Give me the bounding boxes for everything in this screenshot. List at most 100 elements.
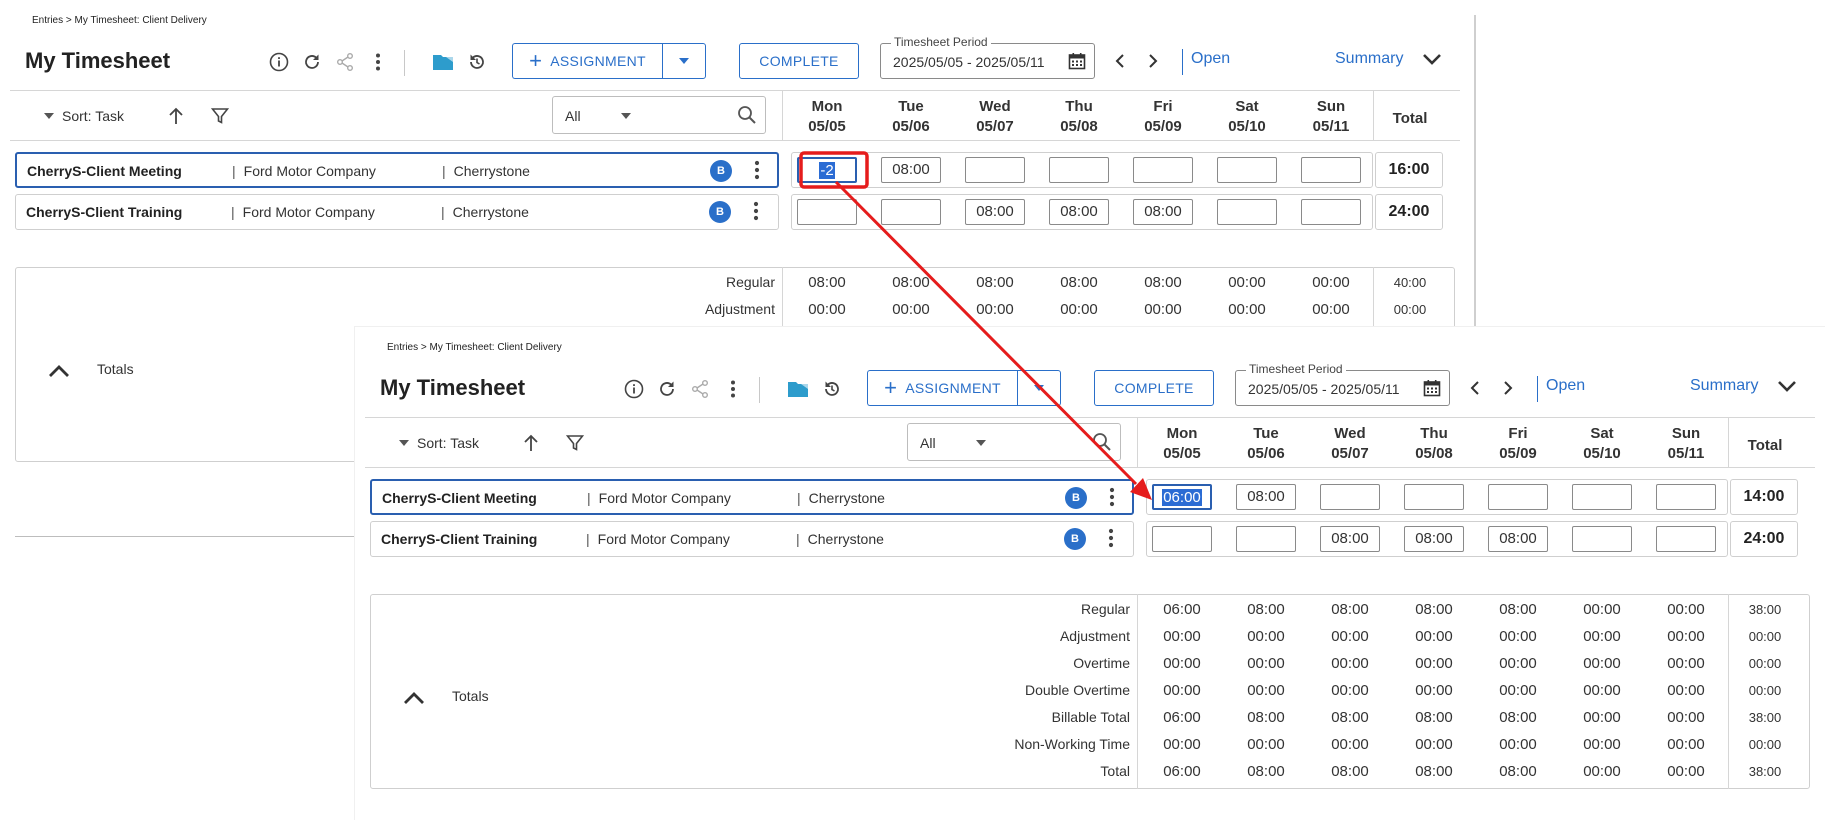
assignment-row[interactable]: CherryS-Client Training | Ford Motor Comp… xyxy=(370,521,1134,557)
hours-input[interactable] xyxy=(1152,526,1212,552)
hours-input[interactable] xyxy=(1404,484,1464,510)
hours-input[interactable] xyxy=(1572,526,1632,552)
hours-input[interactable]: 08:00 xyxy=(881,157,941,183)
row-more-vertical-icon[interactable] xyxy=(1109,486,1115,513)
timesheet-period-field[interactable]: Timesheet Period 2025/05/05 - 2025/05/11 xyxy=(880,35,1095,79)
totals-day-value: 00:00 xyxy=(1312,301,1350,318)
hours-input[interactable]: 08:00 xyxy=(1236,484,1296,510)
hours-input[interactable] xyxy=(1656,484,1716,510)
add-assignment-button[interactable]: + ASSIGNMENT xyxy=(867,370,1017,406)
summary-toggle[interactable]: Summary xyxy=(1690,377,1758,395)
hours-input[interactable]: -2 xyxy=(797,157,857,183)
row-more-vertical-icon[interactable] xyxy=(1108,527,1114,554)
hours-input[interactable]: 08:00 xyxy=(1133,199,1193,225)
hours-input[interactable] xyxy=(1301,157,1361,183)
timesheet-status-link[interactable]: Open xyxy=(1191,50,1230,68)
search-icon[interactable] xyxy=(1092,432,1112,457)
collapse-totals-chevron-up-icon[interactable] xyxy=(403,691,425,710)
summary-toggle[interactable]: Summary xyxy=(1335,50,1403,68)
row-total-cell: 14:00 xyxy=(1730,479,1798,515)
hours-input[interactable] xyxy=(1049,157,1109,183)
more-vertical-icon[interactable] xyxy=(366,50,390,74)
history-icon[interactable] xyxy=(465,50,489,74)
day-column-header: Fri 05/09 xyxy=(1476,424,1560,464)
billable-badge: B xyxy=(709,201,731,223)
assignment-row[interactable]: CherryS-Client Meeting | Ford Motor Compa… xyxy=(15,152,779,188)
sort-dropdown[interactable]: Sort: Task xyxy=(62,108,124,124)
info-icon[interactable] xyxy=(622,377,646,401)
sort-ascending-arrow-icon[interactable] xyxy=(164,104,188,128)
totals-day-value: 00:00 xyxy=(1667,601,1705,618)
breadcrumb[interactable]: Entries > My Timesheet: Client Delivery xyxy=(387,342,562,353)
timesheet-period-field[interactable]: Timesheet Period 2025/05/05 - 2025/05/11 xyxy=(1235,362,1450,406)
chevron-down-icon[interactable] xyxy=(1777,379,1797,398)
hours-input[interactable] xyxy=(1488,484,1548,510)
hours-input[interactable]: 08:00 xyxy=(1404,526,1464,552)
next-period-chevron-icon[interactable] xyxy=(1496,375,1520,401)
share-icon[interactable] xyxy=(333,50,357,74)
sort-dropdown[interactable]: Sort: Task xyxy=(417,435,479,451)
info-icon[interactable] xyxy=(267,50,291,74)
hours-input[interactable] xyxy=(965,157,1025,183)
share-icon[interactable] xyxy=(688,377,712,401)
history-icon[interactable] xyxy=(820,377,844,401)
assignment-row[interactable]: CherryS-Client Training | Ford Motor Comp… xyxy=(15,194,779,230)
day-date: 05/10 xyxy=(1583,445,1621,462)
filter-icon[interactable] xyxy=(208,104,232,128)
hours-input[interactable] xyxy=(1133,157,1193,183)
collapse-totals-chevron-up-icon[interactable] xyxy=(48,364,70,383)
hours-input[interactable] xyxy=(1301,199,1361,225)
task-name: CherryS-Client Training xyxy=(26,204,183,220)
assignment-dropdown-button[interactable] xyxy=(1017,370,1061,406)
hours-input[interactable] xyxy=(1236,526,1296,552)
hours-input[interactable]: 08:00 xyxy=(965,199,1025,225)
previous-period-chevron-icon[interactable] xyxy=(1463,375,1487,401)
hours-input[interactable] xyxy=(1217,199,1277,225)
hours-input[interactable] xyxy=(797,199,857,225)
hours-input[interactable] xyxy=(1572,484,1632,510)
hours-input[interactable] xyxy=(881,199,941,225)
hours-input[interactable]: 08:00 xyxy=(1049,199,1109,225)
folder-icon[interactable] xyxy=(431,50,455,74)
search-icon[interactable] xyxy=(737,105,757,130)
day-date: 05/11 xyxy=(1667,445,1705,462)
day-column-header: Mon 05/05 xyxy=(1140,424,1224,464)
folder-icon[interactable] xyxy=(786,377,810,401)
refresh-icon[interactable] xyxy=(655,377,679,401)
sort-caret-down-icon[interactable] xyxy=(44,113,54,119)
sort-caret-down-icon[interactable] xyxy=(399,440,409,446)
timesheet-status-link[interactable]: Open xyxy=(1546,377,1585,395)
sort-ascending-arrow-icon[interactable] xyxy=(519,431,543,455)
chevron-down-icon[interactable] xyxy=(1422,52,1442,71)
previous-period-chevron-icon[interactable] xyxy=(1108,48,1132,74)
row-more-vertical-icon[interactable] xyxy=(753,200,759,227)
complete-button[interactable]: COMPLETE xyxy=(739,43,859,79)
totals-row-sum: 00:00 xyxy=(1393,302,1427,317)
hours-input[interactable]: 08:00 xyxy=(1488,526,1548,552)
calendar-icon[interactable] xyxy=(1423,379,1441,402)
more-vertical-icon[interactable] xyxy=(721,377,745,401)
hours-input[interactable] xyxy=(1217,157,1277,183)
hours-input[interactable] xyxy=(1320,484,1380,510)
breadcrumb[interactable]: Entries > My Timesheet: Client Delivery xyxy=(32,15,207,26)
filter-select-value: All xyxy=(565,108,581,124)
assignment-dropdown-button[interactable] xyxy=(662,43,706,79)
assignment-filter-select[interactable]: All xyxy=(552,96,766,134)
hours-input[interactable]: 06:00 xyxy=(1152,484,1212,510)
hours-input[interactable]: 08:00 xyxy=(1320,526,1380,552)
hours-input[interactable] xyxy=(1656,526,1716,552)
row-more-vertical-icon[interactable] xyxy=(754,159,760,186)
header-divider xyxy=(10,90,1460,91)
complete-button[interactable]: COMPLETE xyxy=(1094,370,1214,406)
assignment-row[interactable]: CherryS-Client Meeting | Ford Motor Compa… xyxy=(370,479,1134,515)
add-assignment-button[interactable]: + ASSIGNMENT xyxy=(512,43,662,79)
filter-icon[interactable] xyxy=(563,431,587,455)
next-period-chevron-icon[interactable] xyxy=(1141,48,1165,74)
assignment-filter-select[interactable]: All xyxy=(907,423,1121,461)
customer-name: | Ford Motor Company xyxy=(231,204,375,220)
timesheet-view: Entries > My Timesheet: Client Delivery M… xyxy=(365,327,1825,820)
totals-row-label: Non-Working Time xyxy=(1014,736,1130,752)
day-date: 05/10 xyxy=(1228,118,1266,135)
refresh-icon[interactable] xyxy=(300,50,324,74)
calendar-icon[interactable] xyxy=(1068,52,1086,75)
